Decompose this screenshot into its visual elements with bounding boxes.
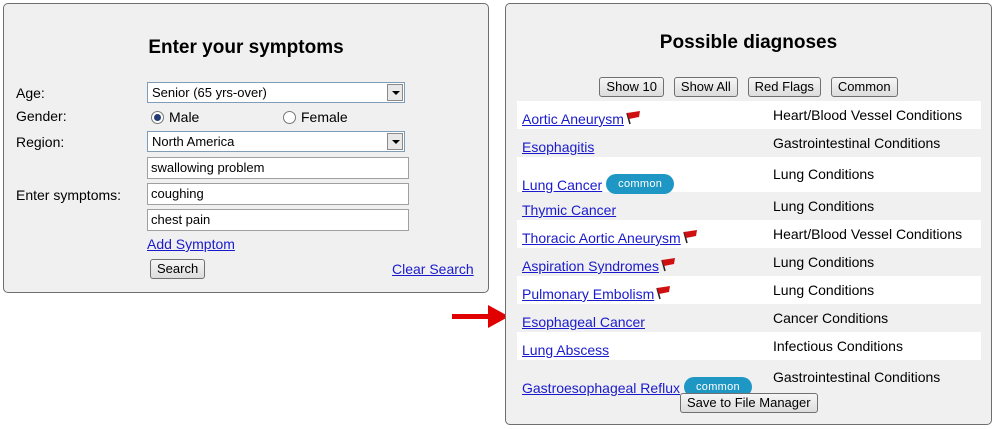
clear-search-link[interactable]: Clear Search (392, 261, 474, 277)
diagnosis-row: Pulmonary Embolism Lung Conditions (517, 276, 981, 304)
diagnosis-link[interactable]: Pulmonary Embolism (522, 286, 654, 302)
diagnosis-category: Lung Conditions (773, 282, 875, 298)
symptoms-panel: Enter your symptoms Age: Senior (65 yrs-… (3, 3, 489, 293)
diagnosis-row: Aortic Aneurysm Heart/Blood Vessel Condit… (517, 101, 981, 129)
common-badge: common (606, 174, 675, 194)
diagnosis-category: Lung Conditions (773, 166, 875, 182)
diagnosis-link[interactable]: Lung Abscess (522, 342, 609, 358)
diagnosis-row: Aspiration Syndromes Lung Conditions (517, 248, 981, 276)
diagnosis-category: Gastrointestinal Conditions (773, 369, 941, 385)
diagnosis-row: Thymic Cancer Lung Conditions (517, 192, 981, 220)
diagnosis-row: Gastroesophageal Reflux common Gastrointes… (517, 360, 981, 397)
diagnoses-table: Aortic Aneurysm Heart/Blood Vessel Condit… (517, 101, 981, 397)
chevron-down-icon[interactable] (387, 133, 403, 150)
diagnosis-category: Lung Conditions (773, 198, 875, 214)
gender-male-option[interactable]: Male (151, 109, 199, 129)
common-button[interactable]: Common (830, 77, 898, 97)
diagnosis-category: Cancer Conditions (773, 310, 889, 326)
diagnosis-link[interactable]: Aortic Aneurysm (522, 111, 624, 127)
gender-male-label[interactable]: Male (169, 109, 199, 125)
diagnosis-link[interactable]: Gastroesophageal Reflux (522, 380, 680, 396)
region-label: Region: (16, 134, 65, 150)
diagnosis-category: Gastrointestinal Conditions (773, 135, 941, 151)
diagnosis-category: Heart/Blood Vessel Conditions (773, 107, 963, 123)
diagnosis-row: Esophagitis Gastrointestinal Conditions (517, 129, 981, 157)
gender-male-radio[interactable] (151, 111, 164, 124)
diagnosis-row: Lung Abscess Infectious Conditions (517, 332, 981, 360)
age-label: Age: (16, 85, 45, 101)
age-select-value: Senior (65 yrs-over) (152, 85, 267, 100)
save-to-file-manager-button[interactable]: Save to File Manager (680, 393, 818, 413)
diagnosis-category: Lung Conditions (773, 254, 875, 270)
diagnosis-link[interactable]: Esophagitis (522, 139, 594, 155)
red-flag-icon (656, 286, 671, 300)
red-arrow-icon (452, 305, 509, 328)
diagnosis-row: Thoracic Aortic Aneurysm Heart/Blood Vess… (517, 220, 981, 248)
diagnosis-link[interactable]: Thymic Cancer (522, 202, 616, 218)
gender-female-option[interactable]: Female (283, 109, 348, 129)
diagnoses-panel-title: Possible diagnoses (659, 32, 838, 53)
diagnosis-name-cell: Lung Abscess (522, 342, 609, 358)
region-select[interactable]: North America (147, 131, 405, 152)
diagnosis-name-cell: Thoracic Aortic Aneurysm (522, 230, 699, 246)
diagnosis-name-cell: Aspiration Syndromes (522, 258, 677, 274)
symptoms-panel-title: Enter your symptoms (148, 37, 344, 58)
diagnosis-name-cell: Thymic Cancer (522, 202, 616, 218)
diagnosis-name-cell: Esophageal Cancer (522, 314, 645, 330)
diagnoses-panel: Possible diagnoses Show 10 Show All Red … (505, 3, 992, 425)
symptom-input-3[interactable]: chest pain (147, 209, 409, 231)
red-flag-icon (661, 258, 675, 272)
diagnosis-name-cell: Pulmonary Embolism (522, 286, 672, 302)
gender-female-radio[interactable] (283, 111, 296, 124)
search-button[interactable]: Search (150, 259, 206, 279)
diagnosis-row: Esophageal Cancer Cancer Conditions (517, 304, 981, 332)
symptom-input-2[interactable]: coughing (147, 183, 409, 205)
show-all-button[interactable]: Show All (673, 77, 738, 97)
show-10-button[interactable]: Show 10 (599, 77, 665, 97)
diagnosis-row: Lung Cancer common Lung Conditions (517, 157, 981, 194)
add-symptom-link[interactable]: Add Symptom (147, 236, 235, 252)
diagnosis-name-cell: Esophagitis (522, 139, 594, 155)
symptoms-label: Enter symptoms: (16, 187, 122, 203)
symptom-input-1[interactable]: swallowing problem (147, 157, 409, 179)
filter-button-bar: Show 10 Show All Red Flags Common (506, 77, 991, 98)
red-flag-icon (626, 111, 640, 125)
diagnosis-name-cell: Lung Cancer common (522, 174, 675, 194)
age-select[interactable]: Senior (65 yrs-over) (147, 82, 405, 103)
diagnosis-link[interactable]: Aspiration Syndromes (522, 258, 659, 274)
red-flag-icon (683, 230, 697, 244)
gender-female-label[interactable]: Female (301, 109, 348, 125)
chevron-down-icon[interactable] (387, 84, 403, 101)
red-flags-button[interactable]: Red Flags (747, 77, 821, 97)
diagnosis-link[interactable]: Thoracic Aortic Aneurysm (522, 230, 681, 246)
diagnosis-name-cell: Aortic Aneurysm (522, 111, 642, 127)
diagnosis-link[interactable]: Esophageal Cancer (522, 314, 645, 330)
diagnosis-link[interactable]: Lung Cancer (522, 177, 602, 193)
diagnosis-category: Infectious Conditions (773, 338, 903, 354)
diagnosis-category: Heart/Blood Vessel Conditions (773, 226, 963, 242)
region-select-value: North America (152, 134, 235, 149)
gender-label: Gender: (16, 108, 67, 124)
